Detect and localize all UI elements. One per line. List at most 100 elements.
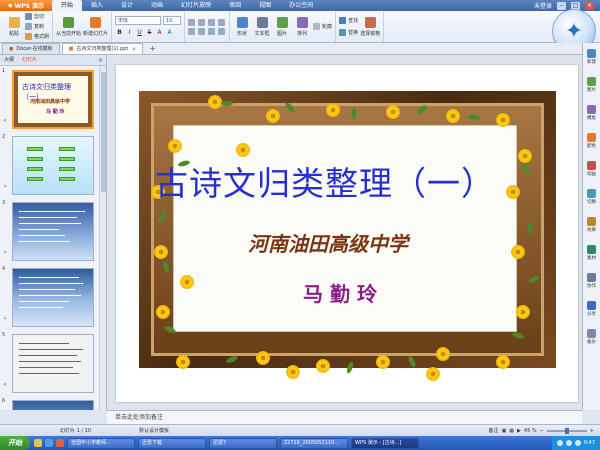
right-picture-button[interactable]: 图片 [583,71,600,99]
menu-insert[interactable]: 插入 [82,0,112,11]
quicklaunch-app-icon[interactable] [56,439,64,447]
close-button[interactable]: × [585,1,594,10]
menu-animation[interactable]: 动画 [142,0,172,11]
right-transition-button[interactable]: 切换 [583,183,600,211]
font-name-select[interactable]: 宋体 [115,16,162,25]
right-backup-button[interactable]: 备份 [583,323,600,351]
new-slide-button[interactable]: 新建幻灯片 [83,13,108,41]
menu-office-space[interactable]: 办公空间 [280,0,322,11]
sorter-view-icon[interactable]: ▦ [509,428,514,434]
slideshow-view-icon[interactable]: ▶ [517,428,521,434]
zoom-slider[interactable] [546,427,587,434]
slide-thumbnail-1[interactable]: 古诗文归类整理（一） 河南油田高级中学 马 勤 玲 [12,70,94,129]
menu-review[interactable]: 审阅 [220,0,250,11]
copy-button[interactable]: 复制 [25,22,49,31]
taskbar-item-active[interactable]: WPS 演示 - [古诗...] [351,437,419,449]
underline-button[interactable]: U [135,28,144,37]
paste-button[interactable]: 粘贴 [5,13,23,41]
zoom-out-icon[interactable]: − [540,428,544,434]
tab-docer-templates[interactable]: ● Docer-在线模板 [2,43,60,54]
minimize-button[interactable]: – [557,1,566,10]
slide-thumbnail-4[interactable] [12,268,94,327]
taskbar-item[interactable]: 迅雷7 [209,437,277,449]
bullets-icon[interactable] [188,18,196,26]
right-collab-button[interactable]: 协作 [583,267,600,295]
network-icon[interactable] [556,440,563,446]
shape-button[interactable]: 形状 [233,13,251,41]
flower-icon [518,149,532,163]
text-effect-button[interactable]: A [165,28,174,37]
tab-close-icon[interactable]: × [131,44,136,55]
notes-toggle-button[interactable]: 备注 [489,427,499,434]
quicklaunch-browser-icon[interactable] [45,439,53,447]
scrollbar-thumb[interactable] [101,72,106,192]
italic-button[interactable]: I [125,28,134,37]
from-current-button[interactable]: 从当前开始 [56,13,81,41]
picture-button[interactable]: 图片 [273,13,291,41]
flower-icon [208,95,222,109]
antivirus-icon[interactable] [574,440,581,446]
align-right-icon[interactable] [208,27,216,35]
menu-slideshow[interactable]: 幻灯片放映 [172,0,220,11]
right-material-button[interactable]: 素材 [583,239,600,267]
taskbar-item[interactable]: 迅雷下载 [138,437,206,449]
right-new-button[interactable]: 新建 [583,43,600,71]
slide-title[interactable]: 古诗文归类整理（一） [155,157,495,205]
tab-current-document[interactable]: ■ 古诗文归类整理(1).ppt × [61,43,144,55]
slide-thumbnail-2[interactable] [12,136,94,195]
menu-home[interactable]: 开始 [52,0,83,11]
tab-slides[interactable]: 幻灯片 [18,55,41,66]
bold-button[interactable]: B [115,28,124,37]
right-effect-button[interactable]: 效果 [583,211,600,239]
textbox-button[interactable]: 文本框 [253,13,271,41]
panel-close-button[interactable]: × [98,57,106,64]
new-tab-button[interactable]: + [145,43,160,54]
strikethrough-button[interactable]: S [145,28,154,37]
cut-button[interactable]: 剪切 [25,12,49,21]
slide-thumbnail-5[interactable] [12,334,94,393]
notes-pane[interactable]: 单击此处添加备注 [107,410,582,424]
outdent-icon[interactable] [218,18,226,26]
right-share-button[interactable]: 分享 [583,295,600,323]
arrange-button[interactable]: 排列 [293,13,311,41]
paragraph-group [185,11,231,42]
arrange-icon [296,16,308,28]
slide-thumbnail-6[interactable] [12,400,94,410]
normal-view-icon[interactable]: ▣ [502,428,507,434]
login-status[interactable]: 未登录 [534,1,552,10]
zoom-in-icon[interactable]: + [590,428,594,434]
font-color-button[interactable]: A [155,28,164,37]
right-template-button[interactable]: 模板 [583,99,600,127]
indent-icon[interactable] [208,18,216,26]
taskbar-item[interactable]: 22716_2005052110... [280,437,348,449]
right-color-button[interactable]: 配色 [583,127,600,155]
flower-icon [180,275,194,289]
menu-view[interactable]: 视图 [250,0,280,11]
quicklaunch-folder-icon[interactable] [34,439,42,447]
numbering-icon[interactable] [198,18,206,26]
right-animation-button[interactable]: 动画 [583,155,600,183]
flower-icon [286,365,300,379]
current-slide[interactable]: 古诗文归类整理（一） 河南油田高级中学 马勤玲 [116,65,578,402]
volume-icon[interactable] [565,440,572,446]
slide-school[interactable]: 河南油田高级中学 [248,228,408,257]
menu-design[interactable]: 设计 [112,0,142,11]
tab-outline[interactable]: 大纲 [0,55,18,66]
slide-author[interactable]: 马勤玲 [303,278,384,307]
replace-button[interactable]: 替换 [339,28,358,37]
align-center-icon[interactable] [198,27,206,35]
slide-thumbnail-3[interactable] [12,202,94,261]
select-pane-button[interactable]: 选择窗格 [360,13,380,41]
outline-button[interactable]: 轮廓 [313,22,332,31]
font-size-select[interactable]: 10 [163,16,182,25]
align-left-icon[interactable] [188,27,196,35]
app-menu-button[interactable]: ◆ WPS 演示 [0,0,52,11]
format-painter-button[interactable]: 格式刷 [25,32,49,41]
find-button[interactable]: 查找 [339,16,358,25]
justify-icon[interactable] [218,27,226,35]
taskbar-item[interactable]: 全国中小学教师... [67,437,135,449]
thumbnail-scrollbar[interactable] [99,66,106,410]
right-color-label: 配色 [587,144,596,149]
start-button[interactable]: 开始 [0,436,30,450]
zoom-slider-knob[interactable] [564,427,569,434]
